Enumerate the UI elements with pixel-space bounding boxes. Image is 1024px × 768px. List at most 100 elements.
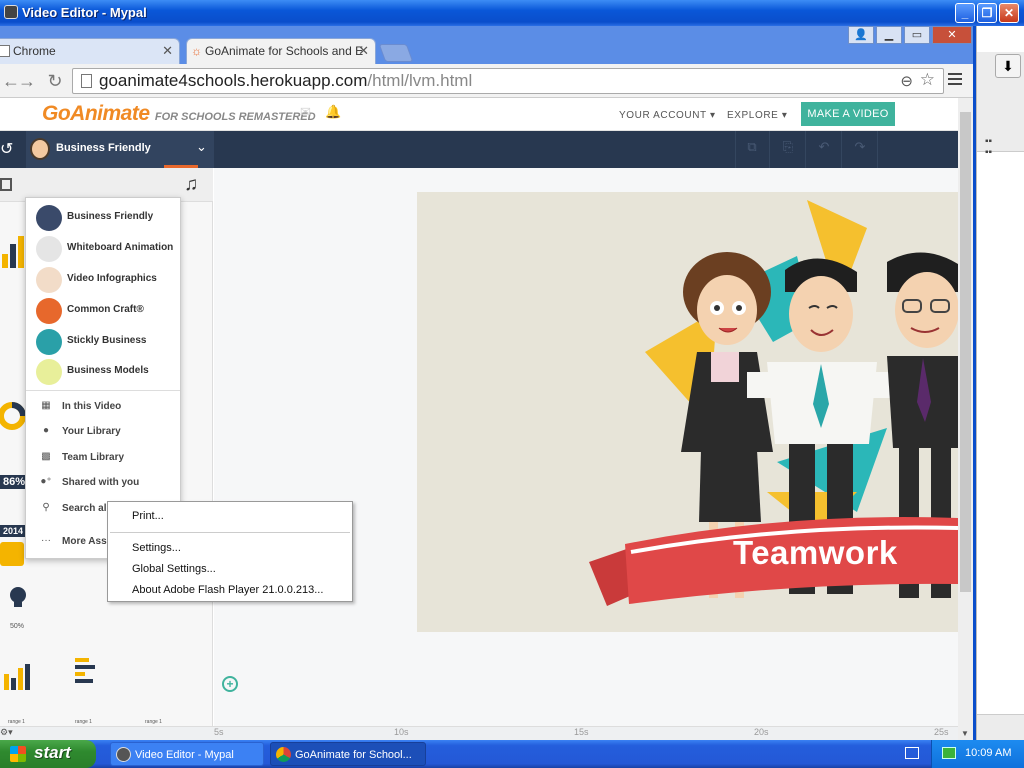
zoom-in-icon[interactable]: +	[222, 676, 238, 692]
timeline-ruler[interactable]: ⚙▾ 5s 10s 15s 20s 25s	[0, 726, 958, 740]
user-icon: ●	[42, 425, 50, 436]
library-team-library[interactable]: ▩ Team Library	[26, 447, 180, 469]
your-account-label: YOUR ACCOUNT	[619, 110, 707, 121]
browser-minimize-button[interactable]: ▁	[876, 26, 902, 44]
timeline-tick: 10s	[394, 727, 409, 737]
small-percent-asset[interactable]: 50%	[10, 623, 24, 630]
theme-item-label: Stickly Business	[67, 335, 147, 346]
address-bar[interactable]: goanimate4schools.herokuapp.com/html/lvm…	[72, 68, 944, 94]
zoom-icon[interactable]: ⊖	[900, 72, 913, 90]
app-icon	[4, 5, 18, 19]
apps-grid-icon[interactable]: ▪▪ ▪▪	[985, 136, 992, 158]
profile-icon[interactable]: 👤	[848, 26, 874, 44]
menu-separator	[110, 532, 350, 533]
tab-chrome[interactable]: Chrome ✕	[0, 38, 180, 64]
film-icon: ▦	[41, 400, 51, 411]
browser-close-button[interactable]: ✕	[932, 26, 972, 44]
library-label: Your Library	[62, 426, 121, 437]
copy-icon[interactable]: ⧉	[741, 139, 763, 159]
library-label: In this Video	[62, 401, 122, 412]
menu-item-global-settings[interactable]: Global Settings...	[132, 563, 216, 575]
explore-menu[interactable]: EXPLORE ▾	[727, 110, 787, 121]
goanimate-logo[interactable]: GoAnimate FOR SCHOOLS REMASTERED	[42, 102, 316, 126]
editor-toolbar: ↺ Business Friendly ⌄ ⧉ ⎘ ↶ ↷	[0, 131, 958, 168]
history-icon[interactable]: ↺	[0, 139, 13, 159]
menu-item-about-flash[interactable]: About Adobe Flash Player 21.0.0.213...	[132, 584, 323, 596]
scrollbar-thumb[interactable]	[960, 112, 971, 592]
url-text[interactable]: goanimate4schools.herokuapp.com/html/lvm…	[99, 71, 472, 91]
url-path: /html/lvm.html	[367, 71, 473, 90]
task-goanimate[interactable]: GoAnimate for School...	[270, 742, 426, 766]
stage-area[interactable]: Teamwork +	[214, 168, 958, 740]
theme-avatar-icon	[36, 298, 62, 324]
undo-icon[interactable]: ↶	[813, 139, 835, 159]
theme-item-business-friendly[interactable]: Business Friendly	[26, 202, 180, 232]
system-tray: 10:09 AM	[931, 740, 1024, 768]
theme-item-common-craft[interactable]: Common Craft®	[26, 295, 180, 325]
grid-icon: ▩	[41, 451, 51, 462]
settings-icon[interactable]: ⚙▾	[0, 727, 13, 738]
library-in-this-video[interactable]: ▦ In this Video	[26, 396, 180, 418]
scene-canvas[interactable]: Teamwork	[417, 192, 958, 632]
bookmark-star-icon[interactable]: ☆	[920, 70, 935, 90]
tab-label: Chrome	[13, 44, 56, 58]
library-shared-with-you[interactable]: ●⁺ Shared with you	[26, 472, 180, 494]
browser-menu-icon[interactable]	[948, 73, 962, 88]
close-tab-icon[interactable]: ✕	[162, 39, 173, 63]
window-titlebar[interactable]: Video Editor - Mypal _ ❐ ✕	[0, 0, 1024, 26]
theme-avatar-icon	[30, 138, 50, 160]
dropdown-divider	[26, 390, 180, 391]
image-icon[interactable]	[0, 178, 12, 191]
theme-item-whiteboard-animation[interactable]: Whiteboard Animation	[26, 233, 180, 263]
close-button[interactable]: ✕	[999, 3, 1019, 23]
keyboard-icon[interactable]	[905, 747, 919, 759]
page-icon	[0, 45, 10, 57]
donut-chart-asset[interactable]	[0, 400, 26, 432]
reload-icon[interactable]: ↻	[44, 70, 66, 92]
minimize-button[interactable]: _	[955, 3, 975, 23]
year-asset[interactable]: 2014	[0, 525, 27, 537]
toolbar-divider	[841, 131, 842, 168]
bell-icon[interactable]: 🔔	[325, 104, 341, 119]
your-account-menu[interactable]: YOUR ACCOUNT ▾	[619, 110, 716, 121]
music-icon[interactable]: ♫	[184, 174, 198, 196]
menu-item-settings[interactable]: Settings...	[132, 542, 181, 554]
paste-icon[interactable]: ⎘	[777, 139, 799, 159]
theme-item-label: Business Models	[67, 365, 149, 376]
web-page: GoAnimate FOR SCHOOLS REMASTERED ✉ 🔔 YOU…	[0, 98, 958, 740]
make-a-video-button[interactable]: MAKE A VIDEO	[801, 102, 895, 126]
vertical-scrollbar[interactable]: ▼	[958, 98, 973, 740]
chevron-down-icon: ⌄	[196, 139, 207, 154]
lightbulb-asset[interactable]	[8, 586, 28, 608]
shared-user-icon: ●⁺	[40, 476, 52, 487]
tab-goanimate[interactable]: ☼ GoAnimate for Schools and E ✕	[186, 38, 376, 64]
theme-item-business-models[interactable]: Business Models	[26, 356, 180, 386]
forward-icon[interactable]: →	[16, 70, 38, 92]
theme-item-video-infographics[interactable]: Video Infographics	[26, 264, 180, 294]
dot-grid-asset[interactable]	[0, 542, 24, 566]
network-icon[interactable]	[942, 747, 956, 759]
new-tab-button[interactable]	[378, 44, 414, 62]
theme-selector[interactable]: Business Friendly ⌄	[26, 131, 214, 168]
browser-restore-button[interactable]: ▭	[904, 26, 930, 44]
percent-asset[interactable]: 86%	[0, 475, 29, 489]
redo-icon[interactable]: ↷	[849, 139, 871, 159]
theme-item-label: Whiteboard Animation	[67, 242, 174, 253]
theme-item-stickly-business[interactable]: Stickly Business	[26, 326, 180, 356]
task-video-editor[interactable]: Video Editor - Mypal	[110, 742, 264, 766]
maximize-button[interactable]: ❐	[977, 3, 997, 23]
horizontal-bars-asset[interactable]	[75, 658, 97, 690]
mail-icon[interactable]: ✉	[300, 104, 311, 119]
mypal-icon	[116, 747, 131, 762]
bar-chart-asset[interactable]	[2, 236, 26, 268]
theme-item-label: Business Friendly	[67, 211, 154, 222]
clock[interactable]: 10:09 AM	[965, 747, 1011, 759]
download-icon[interactable]: ⬇	[995, 54, 1021, 78]
column-chart-asset[interactable]	[4, 664, 36, 690]
task-label: Video Editor - Mypal	[135, 749, 234, 761]
scroll-down-icon[interactable]: ▼	[961, 729, 969, 738]
close-tab-icon[interactable]: ✕	[358, 39, 369, 63]
menu-item-print[interactable]: Print...	[132, 510, 164, 522]
library-your-library[interactable]: ● Your Library	[26, 421, 180, 443]
start-button[interactable]: start	[0, 740, 96, 768]
